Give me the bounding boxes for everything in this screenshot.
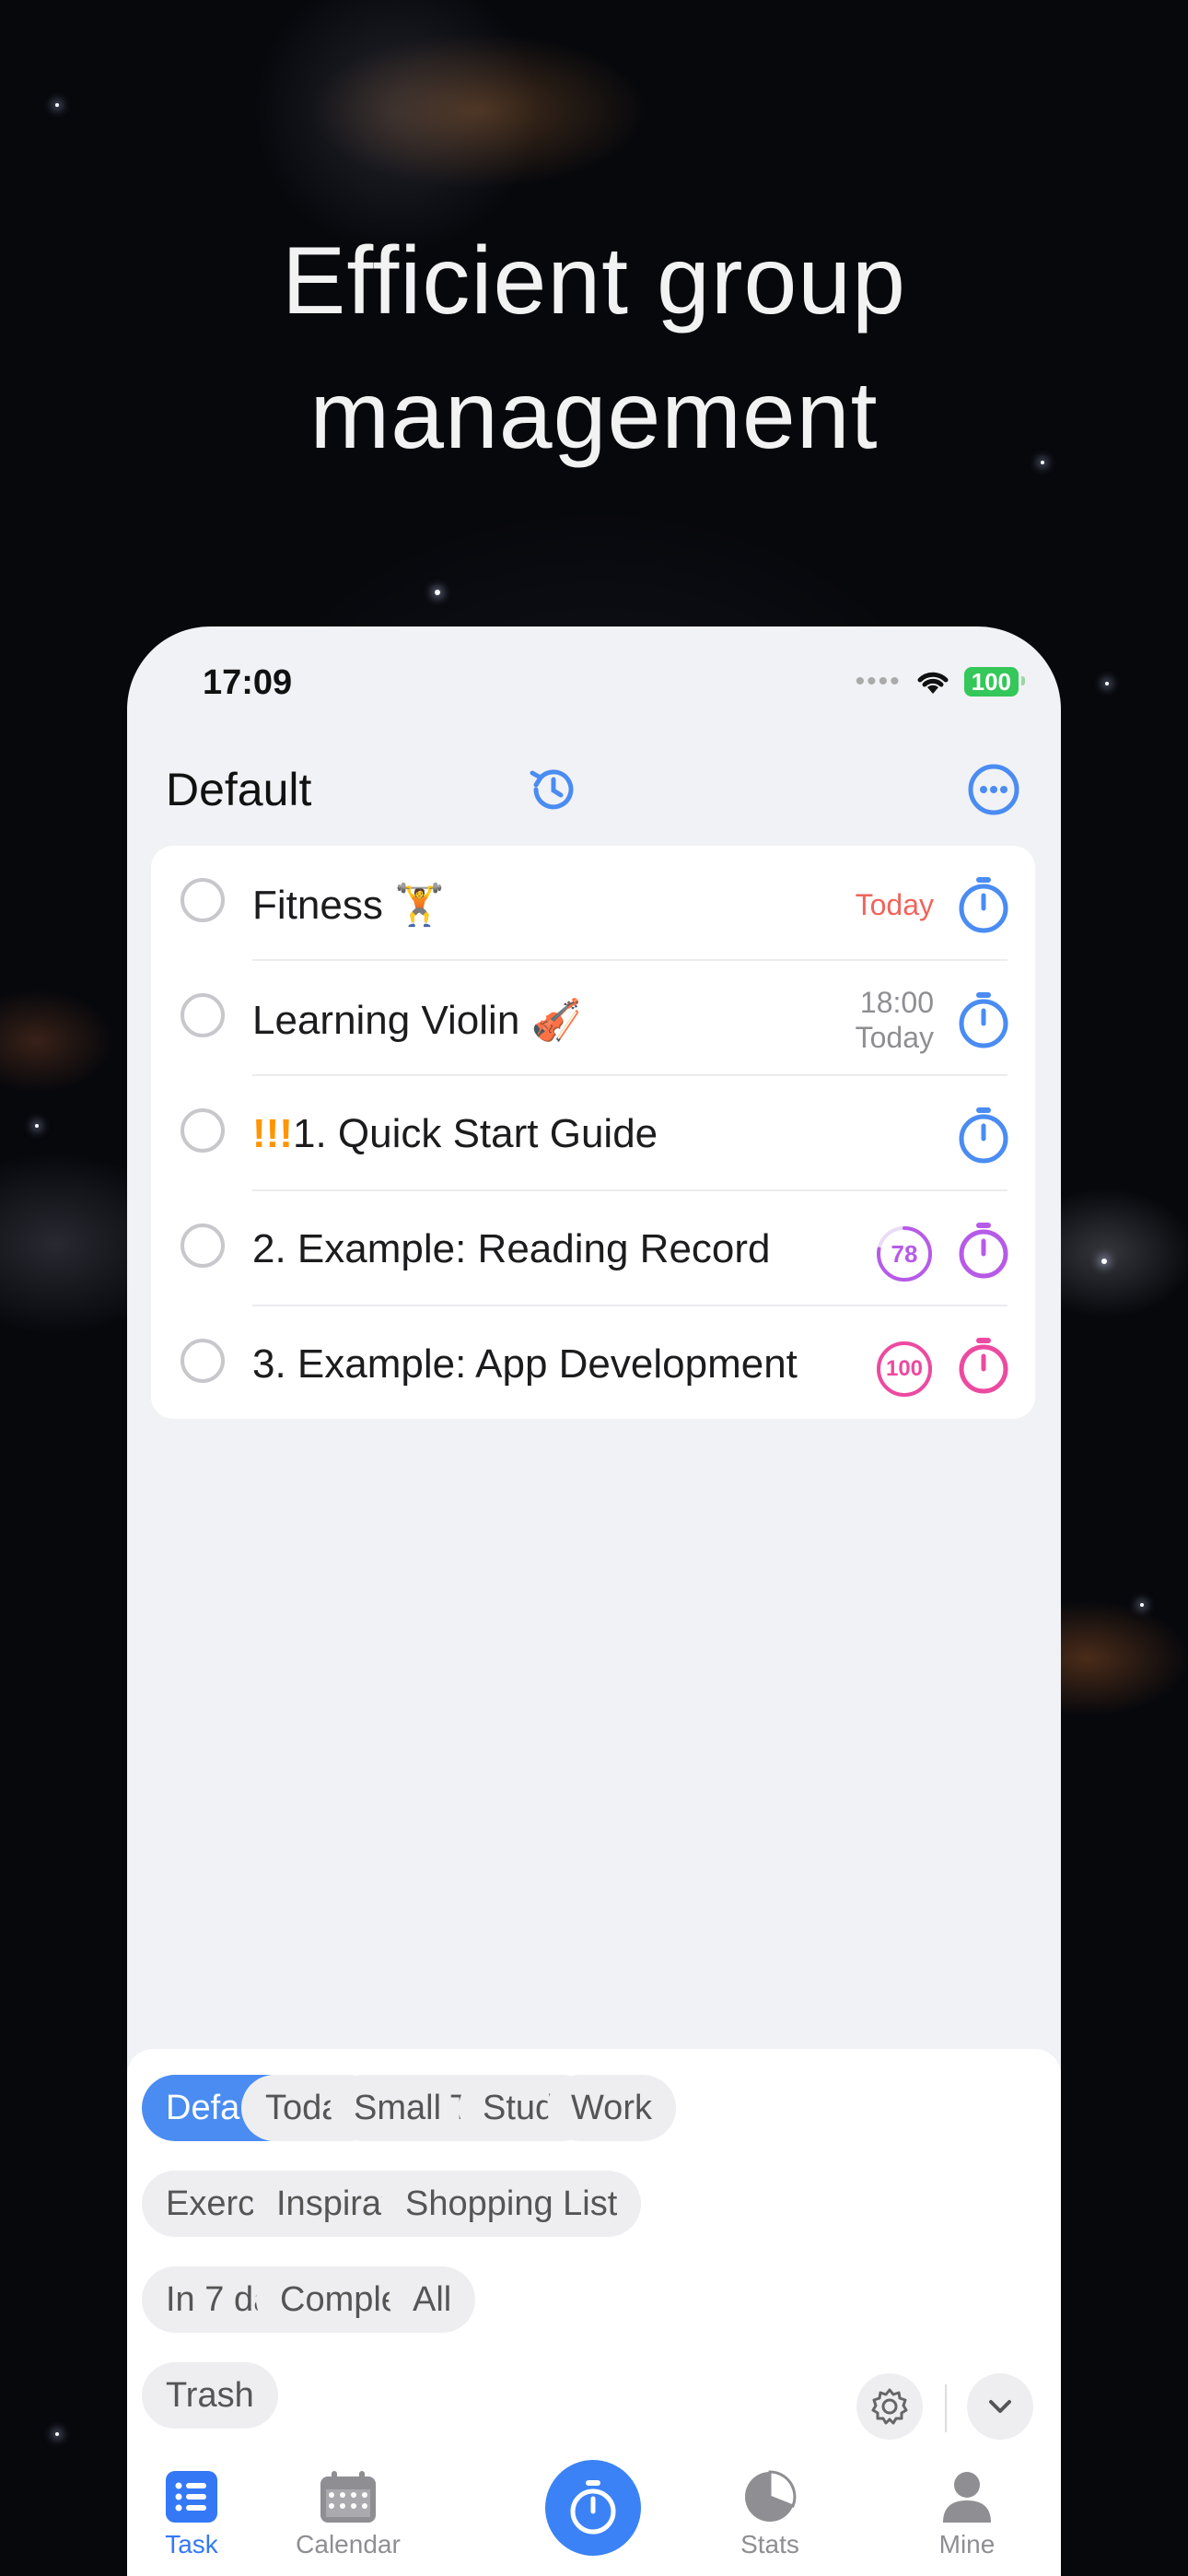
tab-label: Mine	[938, 2530, 996, 2558]
task-row[interactable]: 2. Example: Reading Record 78	[151, 1191, 1035, 1306]
group-chip-shopping-list[interactable]: Shopping List	[381, 2171, 642, 2237]
tab-label: Calendar	[296, 2530, 401, 2558]
task-row[interactable]: !!!1. Quick Start Guide	[151, 1076, 1035, 1191]
task-checkbox[interactable]	[181, 1224, 225, 1268]
tab-calendar[interactable]: Calendar	[284, 2469, 413, 2559]
phone-screen: 17:09 •••• 100 Default Fitness 🏋️ Today	[127, 626, 1061, 2576]
group-chip-work[interactable]: Work	[547, 2075, 676, 2141]
headline-line-1: Efficient group	[282, 228, 906, 334]
focus-timer-button[interactable]	[545, 2460, 641, 2556]
group-chip-all[interactable]: All	[389, 2266, 476, 2333]
stopwatch-icon[interactable]	[956, 990, 1011, 1049]
status-indicators: •••• 100	[855, 666, 1026, 697]
tab-label: Task	[165, 2530, 218, 2558]
tab-mine[interactable]: Mine	[903, 2469, 1031, 2559]
task-checkbox[interactable]	[181, 878, 225, 922]
task-list: Fitness 🏋️ Today Learning Violin 🎻 18:00…	[151, 846, 1035, 1419]
task-due: Today	[855, 888, 934, 921]
collapse-groups-button[interactable]	[967, 2373, 1033, 2440]
tab-task[interactable]: Task	[127, 2469, 256, 2559]
star	[1140, 1603, 1144, 1607]
task-due-time: 18:00	[859, 986, 934, 1019]
task-title-text: 1. Quick Start Guide	[292, 1111, 658, 1156]
progress-ring: 78	[875, 1224, 934, 1283]
task-row[interactable]: Fitness 🏋️ Today	[151, 846, 1035, 961]
headline-line-2: management	[309, 362, 879, 469]
clock-history-icon[interactable]	[525, 761, 582, 818]
stopwatch-icon[interactable]	[956, 1106, 1011, 1165]
task-title-text: Fitness 🏋️	[252, 883, 445, 928]
star	[1101, 1259, 1107, 1264]
task-title: 3. Example: App Development	[252, 1341, 798, 1388]
battery-indicator: 100	[963, 667, 1026, 697]
task-title: Learning Violin 🎻	[252, 996, 581, 1044]
task-title: !!!1. Quick Start Guide	[252, 1111, 658, 1157]
group-title: Default	[166, 764, 312, 815]
task-title: 2. Example: Reading Record	[252, 1226, 771, 1272]
stopwatch-icon[interactable]	[956, 1221, 1011, 1280]
task-title: Fitness 🏋️	[252, 881, 445, 929]
star	[1105, 682, 1109, 685]
group-settings-button[interactable]	[856, 2373, 923, 2440]
task-due: 18:00 Today	[856, 985, 934, 1055]
task-title-text: 3. Example: App Development	[252, 1341, 798, 1387]
chevron-down-icon	[989, 2400, 1011, 2413]
more-dots-icon[interactable]	[965, 761, 1022, 818]
task-due-day: Today	[855, 1021, 934, 1054]
task-checkbox[interactable]	[181, 1108, 225, 1153]
star	[435, 590, 440, 595]
pie-chart-icon	[745, 2470, 797, 2522]
headline: Efficient group management	[0, 214, 1188, 483]
stopwatch-icon[interactable]	[956, 1336, 1011, 1395]
wifi-icon	[917, 672, 949, 694]
gear-icon	[871, 2388, 908, 2425]
group-selector-sheet: Default Today Small Task Study Work Exer…	[127, 2049, 1061, 2576]
calendar-icon	[320, 2471, 376, 2523]
task-row[interactable]: Learning Violin 🎻 18:00 Today	[151, 961, 1035, 1076]
tab-label: Stats	[740, 2530, 799, 2558]
task-title-text: Learning Violin 🎻	[252, 998, 582, 1043]
priority-marker: !!!	[252, 1111, 293, 1156]
task-checkbox[interactable]	[181, 993, 225, 1037]
task-checkbox[interactable]	[181, 1339, 225, 1383]
cell-signal-icon: ••••	[855, 666, 902, 697]
task-list-icon	[166, 2471, 217, 2523]
progress-value: 78	[891, 1239, 918, 1268]
status-time: 17:09	[203, 663, 293, 702]
progress-ring: 100	[875, 1340, 934, 1399]
task-title-text: 2. Example: Reading Record	[252, 1226, 771, 1271]
divider	[945, 2384, 947, 2432]
tab-stats[interactable]: Stats	[705, 2469, 834, 2559]
task-row[interactable]: 3. Example: App Development 100	[151, 1306, 1035, 1422]
star	[55, 103, 59, 107]
person-icon	[943, 2472, 991, 2523]
star	[35, 1124, 39, 1128]
stopwatch-icon[interactable]	[956, 875, 1011, 934]
stopwatch-icon	[570, 2480, 616, 2535]
star	[55, 2432, 59, 2436]
progress-value: 100	[885, 1356, 924, 1381]
group-chip-trash[interactable]: Trash	[142, 2362, 278, 2429]
